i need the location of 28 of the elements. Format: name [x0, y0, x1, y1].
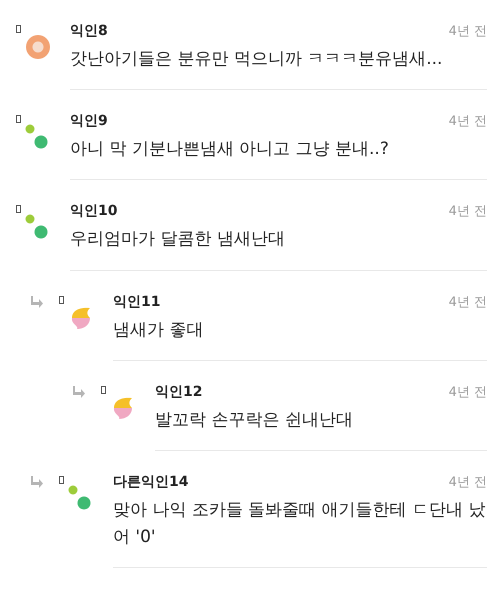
timestamp: 4년 전	[448, 294, 487, 311]
missing-glyph-icon	[59, 296, 64, 304]
author-name: 익인12	[155, 382, 202, 401]
missing-glyph-icon	[101, 386, 106, 394]
timestamp: 4년 전	[448, 203, 487, 220]
missing-glyph-icon	[16, 25, 21, 33]
author-name: 익인9	[70, 112, 108, 130]
timestamp: 4년 전	[448, 384, 487, 401]
comment-text: 갓난아기들은 분유만 먹으니까 ㅋㅋㅋ분유냄새...	[70, 48, 444, 71]
comment-text: 아니 막 기분나쁜냄새 아니고 그냥 분내..?	[70, 138, 390, 162]
comment-text: 우리엄마가 달콤한 냄새난대	[70, 228, 286, 252]
author-name: 익인8	[70, 22, 108, 40]
author-name: 익인11	[113, 292, 160, 311]
reply-arrow-icon	[72, 386, 86, 398]
missing-glyph-icon	[59, 476, 64, 484]
reply-arrow-icon	[30, 296, 44, 308]
author-name: 다른익인14	[113, 472, 188, 491]
reply-arrow-icon	[30, 476, 44, 488]
comment-text: 발꼬락 손꾸락은 쉰내난대	[155, 408, 354, 432]
timestamp: 4년 전	[448, 23, 487, 40]
timestamp: 4년 전	[448, 474, 487, 491]
timestamp: 4년 전	[448, 113, 487, 130]
missing-glyph-icon	[16, 115, 21, 124]
author-name: 익인10	[70, 202, 118, 220]
comment-text: 냄새가 좋대	[113, 318, 204, 342]
comment-text: 맞아 나익 조카들 돌봐줄때 애기들한테 ㄷ단내 났어 '0'	[113, 498, 486, 550]
avatar-icon	[25, 34, 51, 60]
missing-glyph-icon	[16, 205, 21, 214]
